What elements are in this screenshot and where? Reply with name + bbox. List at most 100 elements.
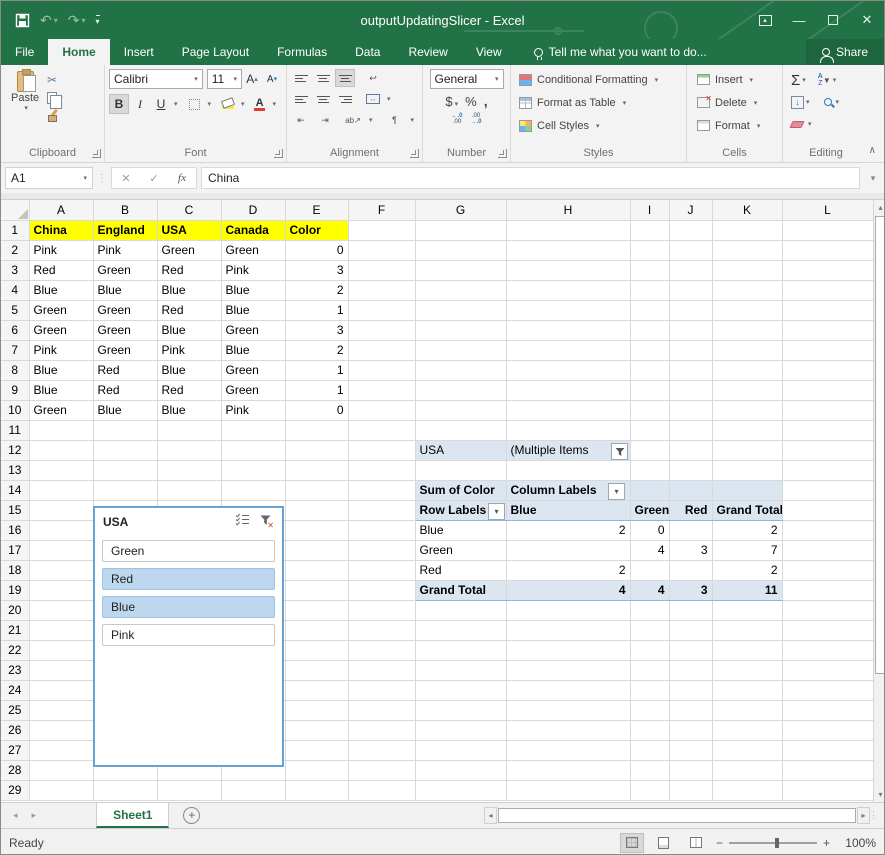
grid-cell-F29[interactable]	[348, 780, 415, 800]
grid-cell-D3[interactable]: Pink	[221, 260, 285, 280]
grid-cell-D1[interactable]: Canada	[221, 220, 285, 240]
grid-cell-J29[interactable]	[669, 780, 712, 800]
grid-cell-K14[interactable]	[712, 480, 782, 500]
grid-cell-A29[interactable]	[29, 780, 93, 800]
number-format-select[interactable]: General▾	[430, 69, 504, 89]
formula-bar-splitter[interactable]: ⋮	[97, 173, 107, 184]
grid-cell-F6[interactable]	[348, 320, 415, 340]
share-button[interactable]: Share	[806, 39, 884, 65]
grid-cell-L26[interactable]	[782, 720, 873, 740]
grid-cell-G1[interactable]	[415, 220, 506, 240]
middle-align-button[interactable]	[313, 69, 333, 87]
grid-cell-K9[interactable]	[712, 380, 782, 400]
borders-button[interactable]	[185, 94, 205, 114]
tab-page-layout[interactable]: Page Layout	[168, 39, 263, 65]
grid-cell-K13[interactable]	[712, 460, 782, 480]
grid-cell-I20[interactable]	[630, 600, 669, 620]
column-header-D[interactable]: D	[221, 200, 285, 220]
page-layout-view-button[interactable]	[652, 833, 676, 853]
grid-cell-F24[interactable]	[348, 680, 415, 700]
grid-cell-H6[interactable]	[506, 320, 630, 340]
borders-dropdown-icon[interactable]: ▾	[208, 100, 212, 108]
grid-cell-K22[interactable]	[712, 640, 782, 660]
grid-cell-G6[interactable]	[415, 320, 506, 340]
slicer-multiselect-button[interactable]	[235, 513, 250, 531]
orientation-button[interactable]: ab↗	[343, 111, 363, 129]
grid-cell-E20[interactable]	[285, 600, 348, 620]
cell-styles-button[interactable]: Cell Styles▾	[515, 115, 682, 136]
grid-cell-I4[interactable]	[630, 280, 669, 300]
grid-cell-H27[interactable]	[506, 740, 630, 760]
grid-cell-H8[interactable]	[506, 360, 630, 380]
collapse-ribbon-button[interactable]: ∧	[869, 145, 876, 156]
grid-cell-K11[interactable]	[712, 420, 782, 440]
comma-style-button[interactable]: ,	[484, 93, 488, 109]
grid-cell-G18[interactable]: Red	[415, 560, 506, 580]
grid-cell-A26[interactable]	[29, 720, 93, 740]
redo-button[interactable]: ↷▾	[68, 12, 86, 29]
grid-cell-F16[interactable]	[348, 520, 415, 540]
decrease-decimal-button[interactable]: .00→.0	[471, 113, 482, 125]
row-header-9[interactable]: 9	[1, 380, 29, 400]
grid-cell-B5[interactable]: Green	[93, 300, 157, 320]
grid-cell-L13[interactable]	[782, 460, 873, 480]
grid-cell-E26[interactable]	[285, 720, 348, 740]
grid-cell-E21[interactable]	[285, 620, 348, 640]
grid-cell-I16[interactable]: 0	[630, 520, 669, 540]
grid-cell-F8[interactable]	[348, 360, 415, 380]
grid-cell-E10[interactable]: 0	[285, 400, 348, 420]
grid-cell-E17[interactable]	[285, 540, 348, 560]
grid-cell-H20[interactable]	[506, 600, 630, 620]
grid-cell-H15[interactable]: Blue	[506, 500, 630, 520]
row-header-3[interactable]: 3	[1, 260, 29, 280]
align-right-button[interactable]	[335, 90, 355, 108]
grid-cell-C11[interactable]	[157, 420, 221, 440]
cut-button[interactable]: ✂	[47, 73, 63, 87]
grid-cell-L28[interactable]	[782, 760, 873, 780]
slicer-item-red[interactable]: Red	[102, 568, 275, 590]
grid-cell-K25[interactable]	[712, 700, 782, 720]
grid-cell-D5[interactable]: Blue	[221, 300, 285, 320]
row-header-13[interactable]: 13	[1, 460, 29, 480]
grid-cell-G16[interactable]: Blue	[415, 520, 506, 540]
increase-decimal-button[interactable]: ←.0.00	[451, 113, 462, 125]
grid-cell-F3[interactable]	[348, 260, 415, 280]
grid-cell-C8[interactable]: Blue	[157, 360, 221, 380]
grid-cell-D13[interactable]	[221, 460, 285, 480]
ribbon-display-options-button[interactable]: ▴	[748, 1, 782, 39]
grid-cell-L8[interactable]	[782, 360, 873, 380]
row-header-4[interactable]: 4	[1, 280, 29, 300]
grid-cell-G7[interactable]	[415, 340, 506, 360]
scroll-up-button[interactable]: ▴	[874, 200, 885, 215]
vertical-scrollbar[interactable]: ▴ ▾	[873, 200, 885, 802]
grid-cell-J8[interactable]	[669, 360, 712, 380]
grid-cell-K8[interactable]	[712, 360, 782, 380]
grid-cell-B6[interactable]: Green	[93, 320, 157, 340]
grid-cell-D10[interactable]: Pink	[221, 400, 285, 420]
grid-cell-G21[interactable]	[415, 620, 506, 640]
grid-cell-E29[interactable]	[285, 780, 348, 800]
slicer-item-green[interactable]: Green	[102, 540, 275, 562]
merge-center-button[interactable]: ↔	[363, 90, 383, 108]
grid-cell-F25[interactable]	[348, 700, 415, 720]
grid-cell-K20[interactable]	[712, 600, 782, 620]
grid-cell-K7[interactable]	[712, 340, 782, 360]
grid-cell-J5[interactable]	[669, 300, 712, 320]
increase-font-button[interactable]: A▴	[242, 69, 262, 89]
font-color-button[interactable]: A	[250, 94, 270, 114]
grid-cell-C13[interactable]	[157, 460, 221, 480]
format-cells-button[interactable]: Format▾	[691, 115, 778, 136]
accounting-format-button[interactable]: $▾	[445, 94, 458, 109]
grid-cell-L10[interactable]	[782, 400, 873, 420]
fill-color-dropdown-icon[interactable]: ▾	[241, 100, 245, 108]
grid-cell-E7[interactable]: 2	[285, 340, 348, 360]
select-all-corner[interactable]	[1, 200, 29, 220]
grid-cell-G14[interactable]: Sum of Color	[415, 480, 506, 500]
grid-cell-L2[interactable]	[782, 240, 873, 260]
grid-cell-G28[interactable]	[415, 760, 506, 780]
grid-cell-F27[interactable]	[348, 740, 415, 760]
row-header-16[interactable]: 16	[1, 520, 29, 540]
grid-cell-C1[interactable]: USA	[157, 220, 221, 240]
grid-cell-F9[interactable]	[348, 380, 415, 400]
tab-formulas[interactable]: Formulas	[263, 39, 341, 65]
